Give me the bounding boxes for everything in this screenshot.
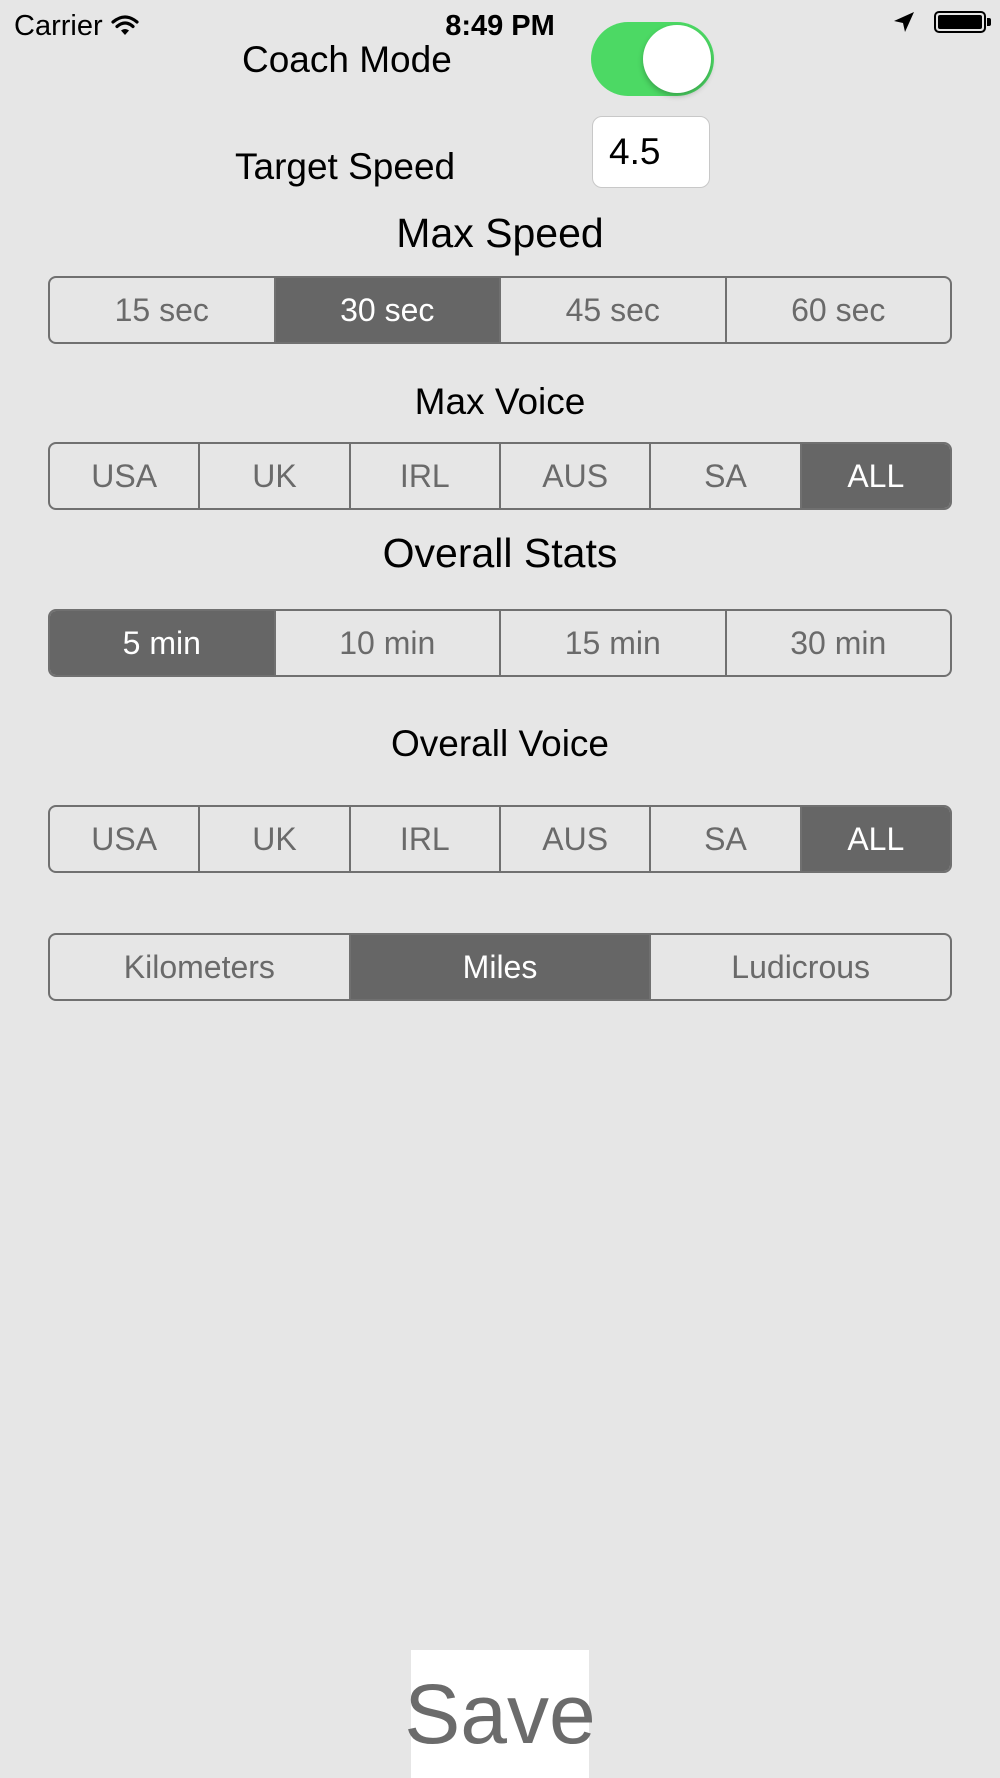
target-speed-input[interactable] — [592, 116, 710, 188]
status-time: 8:49 PM — [445, 10, 555, 42]
max-voice-option[interactable]: UK — [200, 444, 351, 508]
units-control: Kilometers Miles Ludicrous — [48, 933, 952, 1001]
max-speed-heading: Max Speed — [396, 210, 604, 256]
max-voice-heading: Max Voice — [414, 381, 586, 422]
save-button[interactable]: Save — [404, 1650, 596, 1778]
max-voice-option[interactable]: USA — [50, 444, 201, 508]
overall-stats-option[interactable]: 10 min — [276, 611, 501, 675]
target-speed-label: Target Speed — [235, 146, 456, 187]
max-speed-option[interactable]: 60 sec — [727, 278, 951, 342]
units-option-miles[interactable]: Miles — [350, 935, 652, 999]
battery-icon — [934, 11, 991, 33]
overall-voice-heading: Overall Voice — [391, 723, 609, 764]
overall-stats-control: 5 min 10 min 15 min 30 min — [48, 609, 952, 677]
units-option-kilometers[interactable]: Kilometers — [50, 935, 351, 999]
units-option-ludicrous[interactable]: Ludicrous — [651, 935, 950, 999]
overall-stats-option[interactable]: 5 min — [50, 611, 276, 675]
status-right-icons — [892, 10, 991, 34]
max-voice-option[interactable]: IRL — [351, 444, 501, 508]
overall-voice-option[interactable]: ALL — [801, 807, 950, 871]
max-speed-option[interactable]: 45 sec — [501, 278, 727, 342]
overall-stats-option[interactable]: 15 min — [501, 611, 727, 675]
overall-voice-option[interactable]: IRL — [351, 807, 501, 871]
max-speed-option[interactable]: 15 sec — [50, 278, 276, 342]
coach-mode-toggle[interactable] — [591, 22, 714, 96]
overall-voice-control: USA UK IRL AUS SA ALL — [48, 805, 952, 873]
overall-voice-option[interactable]: AUS — [501, 807, 652, 871]
overall-voice-option[interactable]: SA — [651, 807, 802, 871]
max-voice-control: USA UK IRL AUS SA ALL — [48, 442, 952, 510]
overall-stats-option[interactable]: 30 min — [727, 611, 951, 675]
max-voice-option[interactable]: SA — [651, 444, 802, 508]
max-speed-control: 15 sec 30 sec 45 sec 60 sec — [48, 276, 952, 344]
overall-stats-heading: Overall Stats — [382, 530, 618, 576]
location-arrow-icon — [894, 12, 914, 32]
max-voice-option[interactable]: ALL — [801, 444, 950, 508]
coach-mode-label: Coach Mode — [242, 39, 452, 80]
overall-voice-option[interactable]: UK — [200, 807, 351, 871]
toggle-knob — [643, 25, 711, 93]
max-speed-option[interactable]: 30 sec — [275, 278, 501, 342]
overall-voice-option[interactable]: USA — [50, 807, 201, 871]
max-voice-option[interactable]: AUS — [501, 444, 652, 508]
